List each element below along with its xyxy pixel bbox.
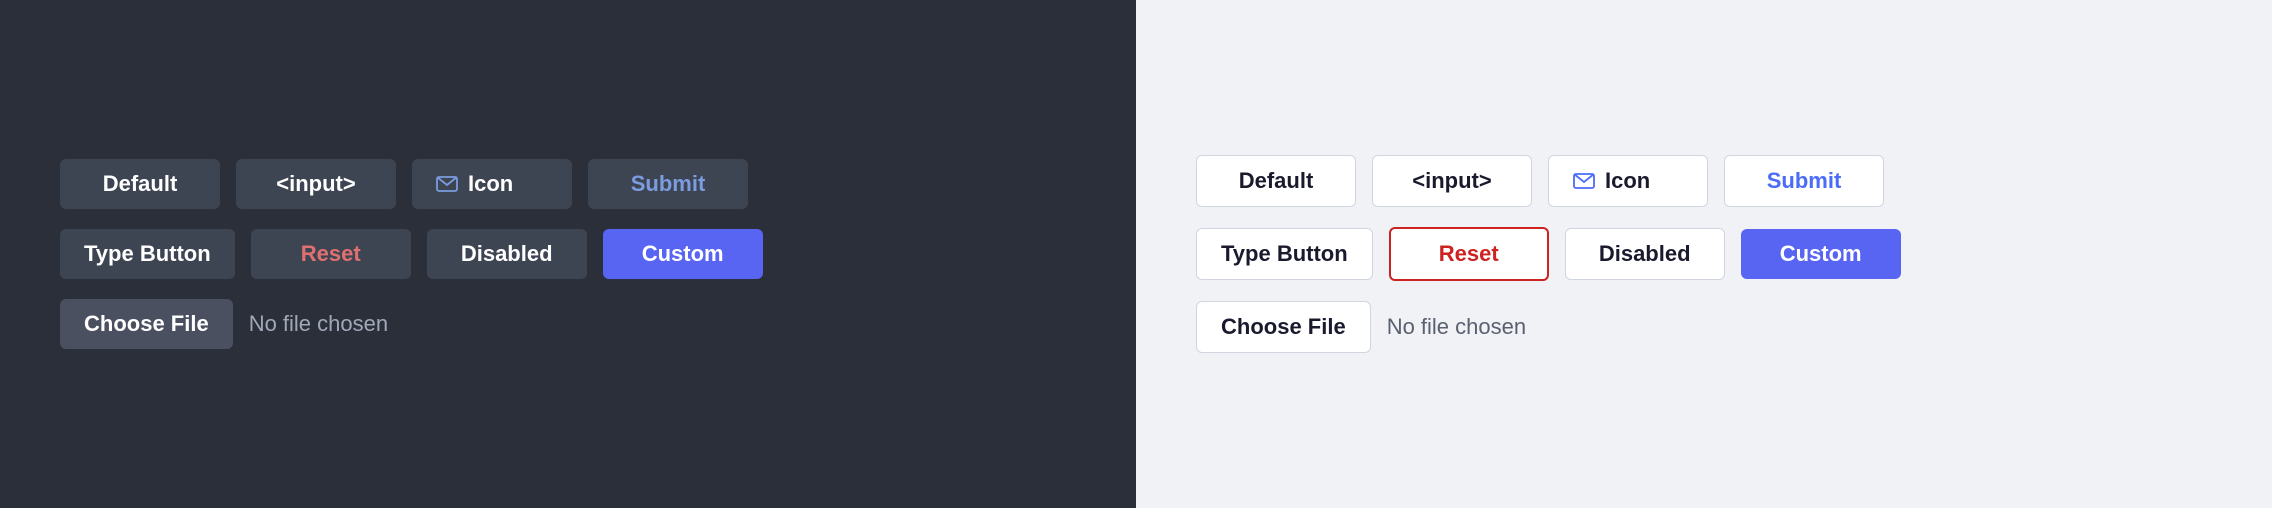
light-type-button[interactable]: Type Button (1196, 228, 1373, 280)
dark-type-button[interactable]: Type Button (60, 229, 235, 279)
dark-submit-button[interactable]: Submit (588, 159, 748, 209)
light-row-1: Default <input> Icon Submit (1196, 155, 1884, 207)
dark-reset-button[interactable]: Reset (251, 229, 411, 279)
dark-no-file-text: No file chosen (249, 311, 388, 337)
light-row-2: Type Button Reset Disabled Custom (1196, 227, 1901, 281)
dark-file-row: Choose File No file chosen (60, 299, 388, 349)
light-panel: Default <input> Icon Submit Type Button … (1136, 0, 2272, 508)
light-no-file-text: No file chosen (1387, 314, 1526, 340)
light-default-button[interactable]: Default (1196, 155, 1356, 207)
dark-row-1: Default <input> Icon Submit (60, 159, 748, 209)
light-reset-button[interactable]: Reset (1389, 227, 1549, 281)
dark-choose-file-button[interactable]: Choose File (60, 299, 233, 349)
mail-icon (436, 176, 458, 192)
dark-icon-label: Icon (468, 171, 513, 197)
mail-icon-light (1573, 173, 1595, 189)
light-icon-button[interactable]: Icon (1548, 155, 1708, 207)
dark-disabled-button[interactable]: Disabled (427, 229, 587, 279)
dark-row-2: Type Button Reset Disabled Custom (60, 229, 763, 279)
dark-default-button[interactable]: Default (60, 159, 220, 209)
light-choose-file-button[interactable]: Choose File (1196, 301, 1371, 353)
dark-icon-button[interactable]: Icon (412, 159, 572, 209)
dark-panel: Default <input> Icon Submit Type Button … (0, 0, 1136, 508)
light-icon-label: Icon (1605, 168, 1650, 194)
light-file-row: Choose File No file chosen (1196, 301, 1526, 353)
light-disabled-button[interactable]: Disabled (1565, 228, 1725, 280)
light-custom-button[interactable]: Custom (1741, 229, 1901, 279)
light-submit-button[interactable]: Submit (1724, 155, 1884, 207)
dark-input-button[interactable]: <input> (236, 159, 396, 209)
dark-custom-button[interactable]: Custom (603, 229, 763, 279)
light-input-button[interactable]: <input> (1372, 155, 1532, 207)
